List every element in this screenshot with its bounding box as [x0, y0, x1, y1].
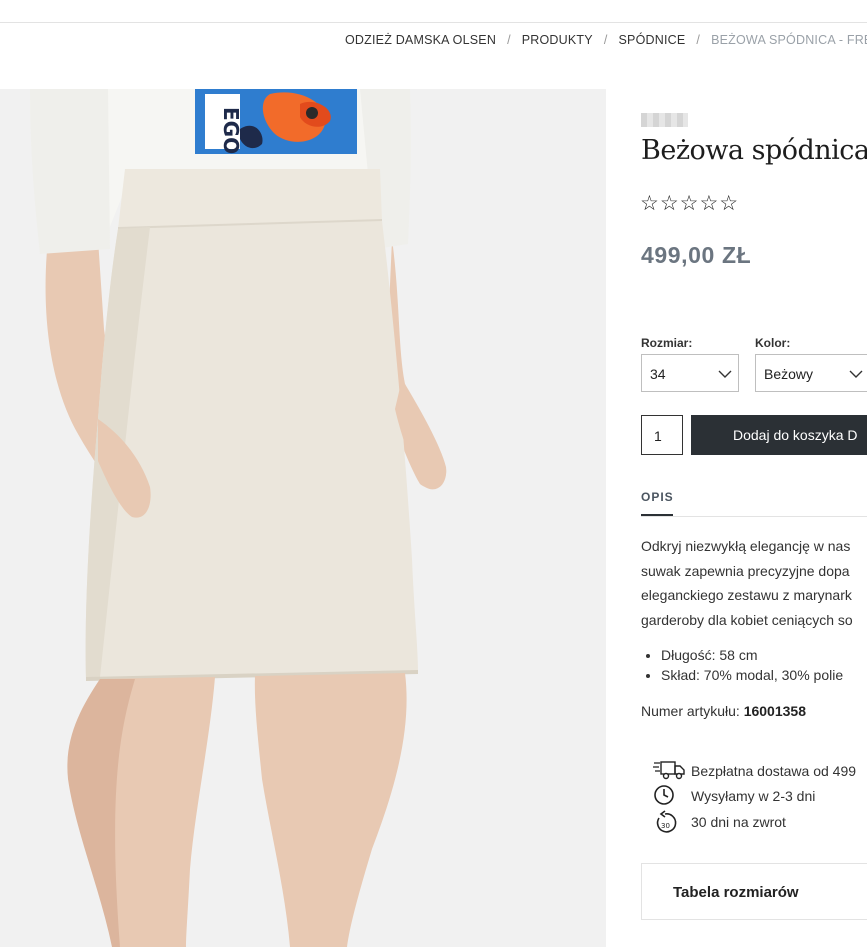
spec-list: Długość: 58 cm Skład: 70% modal, 30% pol… [641, 645, 843, 685]
description-line: suwak zapewnia precyzyjne dopa [641, 562, 850, 579]
article-number-value: 16001358 [743, 703, 806, 719]
size-select-value: 34 [650, 366, 666, 382]
description-line: garderoby dla kobiet ceniących so [641, 611, 853, 628]
size-select[interactable]: 34 [641, 354, 739, 392]
article-number-label: Numer artykułu: [641, 703, 740, 719]
add-to-cart-label: Dodaj do koszyka D [733, 427, 858, 443]
breadcrumb-separator: / [603, 33, 608, 47]
feature-shipping-text: Wysyłamy w 2-3 dni [691, 788, 816, 804]
svg-text:EGO: EGO [219, 107, 243, 154]
rating-stars[interactable]: ☆☆☆☆☆ [640, 191, 739, 216]
description-line: Odkryj niezwykłą elegancję w nas [641, 538, 851, 554]
chevron-down-icon [718, 370, 732, 378]
article-number: Numer artykułu: 16001358 [641, 703, 806, 719]
spec-composition: Skład: 70% modal, 30% polie [661, 665, 843, 685]
breadcrumb-link-spodnice[interactable]: SPÓDNICE [619, 33, 686, 47]
breadcrumb-separator: / [696, 33, 701, 47]
breadcrumb: ODZIEŻ DAMSKA OLSEN / PRODUKTY / SPÓDNICE / BE… [345, 33, 867, 47]
chevron-down-icon [849, 370, 863, 378]
return-icon: 30 [656, 810, 677, 833]
quantity-input[interactable]: 1 [641, 415, 683, 455]
size-label: Rozmiar: [641, 336, 693, 350]
quantity-value: 1 [654, 428, 662, 444]
product-description: Odkryj niezwykłą elegancję w nas suwak z… [641, 534, 853, 632]
brand-logo [641, 113, 688, 127]
size-table-button[interactable]: Tabela rozmiarów [641, 863, 867, 920]
color-select[interactable]: Beżowy [755, 354, 867, 392]
color-label: Kolor: [755, 336, 791, 350]
tab-divider [641, 516, 867, 517]
product-price: 499,00 ZŁ [641, 242, 752, 268]
breadcrumb-separator: / [507, 33, 511, 47]
description-line: eleganckiego zestawu z marynark [641, 587, 852, 603]
breadcrumb-current: BEŻOWA SPÓDNICA - FRESH [711, 33, 867, 47]
feature-returns-text: 30 dni na zwrot [691, 814, 786, 830]
add-to-cart-button[interactable]: Dodaj do koszyka D [691, 415, 867, 455]
size-table-label: Tabela rozmiarów [673, 884, 799, 901]
product-title: Beżowa spódnica [641, 135, 867, 166]
feature-delivery-text: Bezpłatna dostawa od 499 [691, 763, 857, 779]
breadcrumb-link-produkty[interactable]: PRODUKTY [522, 33, 593, 47]
breadcrumb-link-odziez[interactable]: ODZIEŻ DAMSKA OLSEN [345, 33, 496, 47]
spec-length: Długość: 58 cm [661, 645, 843, 665]
svg-text:30: 30 [661, 822, 670, 830]
tab-description[interactable]: OPIS [641, 490, 674, 504]
product-image[interactable]: EGO [0, 89, 606, 947]
header-divider [0, 22, 867, 23]
delivery-truck-icon [653, 761, 685, 780]
clock-icon [654, 785, 674, 805]
color-select-value: Beżowy [764, 366, 814, 382]
